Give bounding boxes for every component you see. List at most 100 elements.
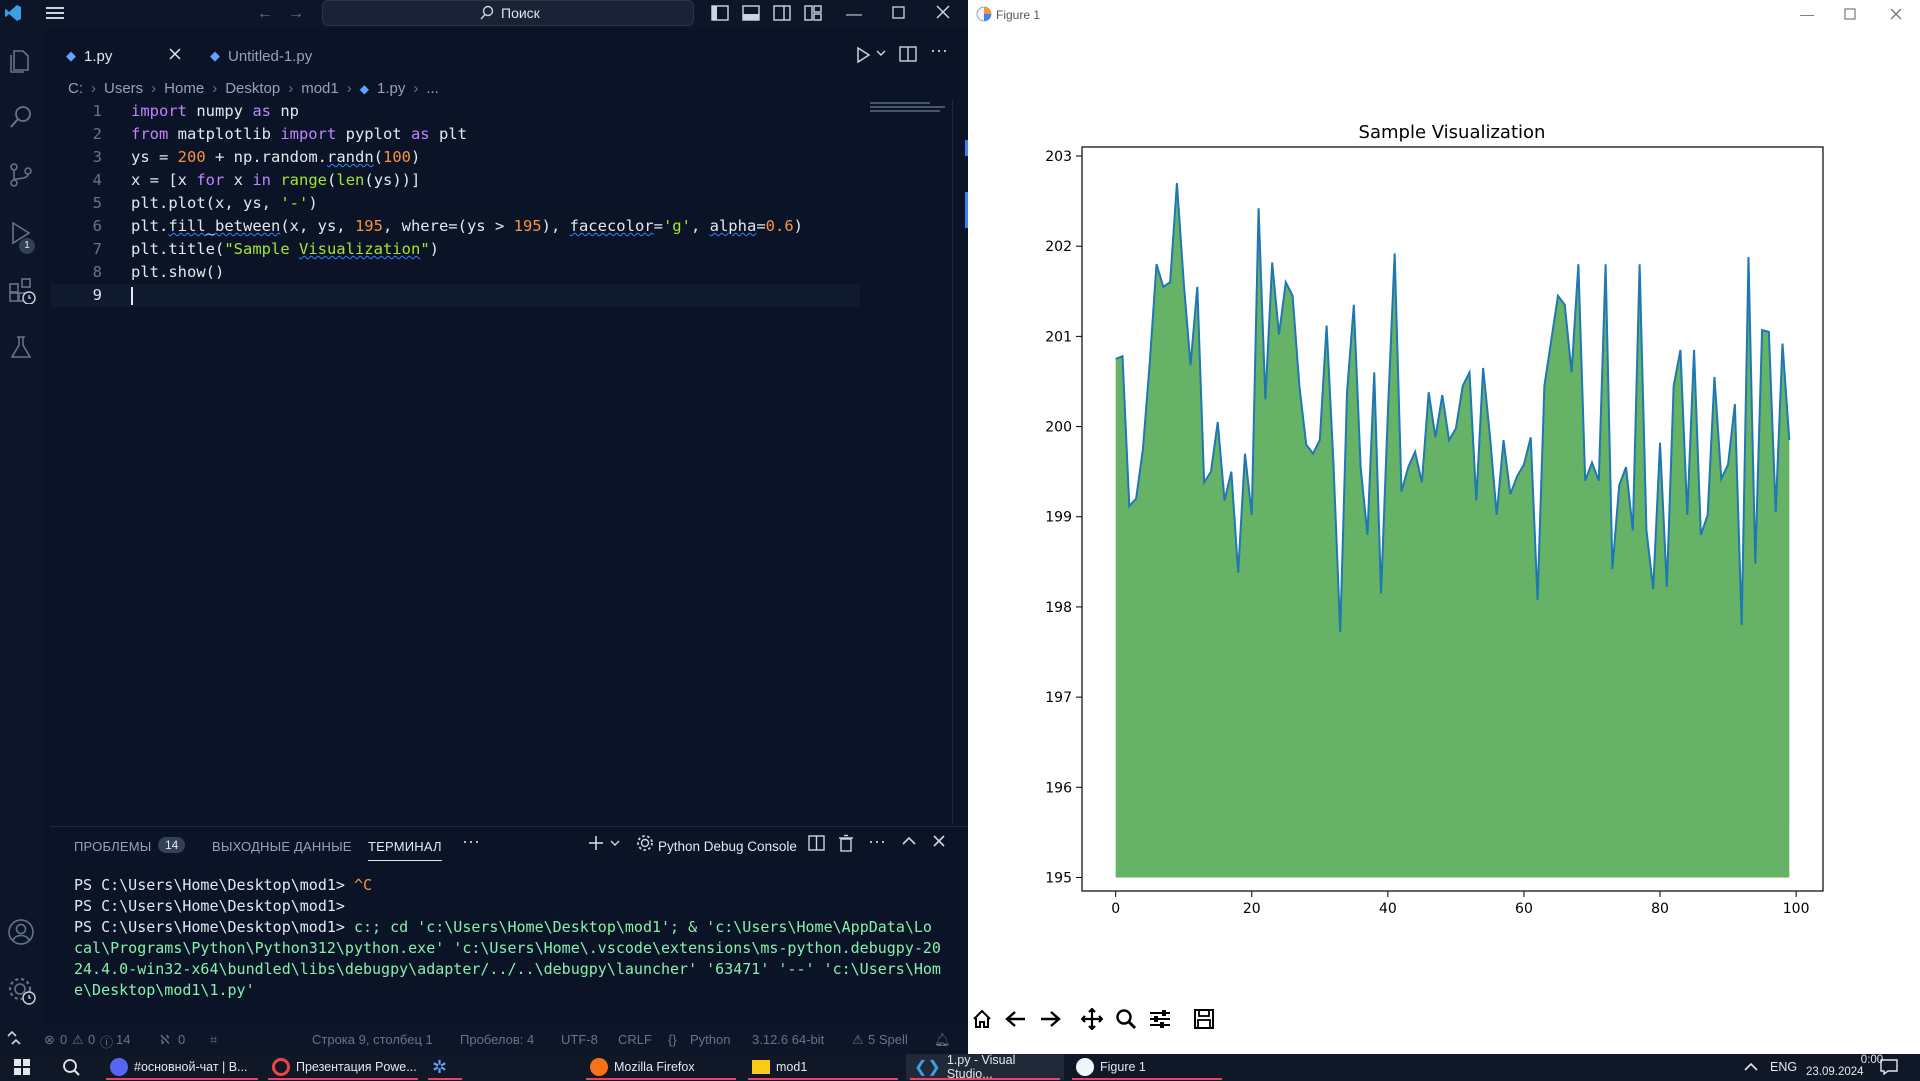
taskbar-item-app[interactable]: ✲	[424, 1054, 466, 1080]
close-icon[interactable]	[1890, 8, 1902, 20]
warning-icon[interactable]: ⚠	[72, 1032, 84, 1048]
indentation[interactable]: Пробелов: 4	[460, 1032, 534, 1047]
python-interpreter[interactable]: 3.12.6 64-bit	[752, 1032, 824, 1047]
tab-terminal[interactable]: ТЕРМИНАЛ	[368, 839, 442, 861]
toggle-secondary-sidebar-icon[interactable]	[773, 4, 791, 22]
explorer-icon[interactable]	[8, 48, 34, 74]
discord-icon	[110, 1058, 128, 1076]
code-text: x = [x for x in range(len(ys))]	[131, 169, 420, 192]
clock-time[interactable]: 0:00	[1822, 1054, 1920, 1066]
info-count[interactable]: 14	[116, 1032, 130, 1047]
menu-icon[interactable]	[46, 5, 66, 21]
minimize-icon[interactable]: —	[846, 6, 862, 24]
more-tabs-icon[interactable]: ···	[462, 831, 480, 852]
toggle-panel-icon[interactable]	[742, 4, 760, 22]
terminal-output[interactable]: PS C:\Users\Home\Desktop\mod1> ^C PS C:\…	[74, 875, 964, 1001]
source-control-icon[interactable]	[8, 162, 34, 188]
forward-arrow-icon[interactable]: →	[288, 5, 304, 23]
taskbar-item-discord[interactable]: #основной-чат | B...	[102, 1054, 262, 1080]
error-icon[interactable]: ⊗	[44, 1032, 55, 1048]
maximize-icon[interactable]	[892, 6, 906, 20]
tab-untitled-1-py[interactable]: ◆ Untitled-1.py	[200, 38, 360, 74]
taskbar-item-label: 1.py - Visual Studio...	[947, 1053, 1064, 1081]
testing-icon[interactable]	[8, 334, 34, 360]
taskbar-item-figure[interactable]: Figure 1	[1068, 1054, 1226, 1080]
warning-count[interactable]: 0	[88, 1032, 95, 1047]
more-actions-icon[interactable]: ···	[930, 40, 948, 61]
breadcrumb-item[interactable]: C:	[68, 80, 83, 97]
breadcrumb-item[interactable]: Home	[164, 80, 204, 97]
terminal-options-chevron-icon[interactable]	[610, 838, 620, 848]
chevron-right-icon: ›	[151, 80, 156, 97]
taskbar-item-firefox[interactable]: Mozilla Firefox	[582, 1054, 740, 1080]
line-ending[interactable]: CRLF	[618, 1032, 652, 1047]
close-panel-icon[interactable]	[932, 834, 946, 848]
new-terminal-plus-icon[interactable]	[588, 835, 604, 851]
input-language[interactable]: ENG	[1770, 1060, 1797, 1074]
breadcrumb-item[interactable]: Users	[104, 80, 143, 97]
spell-checker[interactable]: 5 Spell	[868, 1032, 908, 1047]
taskbar-item-explorer[interactable]: mod1	[744, 1054, 902, 1080]
extensions-icon[interactable]	[8, 276, 36, 304]
search-icon[interactable]	[8, 104, 34, 130]
remote-icon[interactable]	[6, 1030, 22, 1046]
breadcrumb-item[interactable]: Desktop	[225, 80, 280, 97]
zoom-magnifier-icon[interactable]	[1114, 1007, 1138, 1031]
language-mode[interactable]: Python	[690, 1032, 730, 1047]
tab-problems[interactable]: ПРОБЛЕМЫ	[74, 839, 152, 854]
encoding[interactable]: UTF-8	[561, 1032, 598, 1047]
breadcrumb-item[interactable]: mod1	[301, 80, 339, 97]
tab-output[interactable]: ВЫХОДНЫЕ ДАННЫЕ	[212, 839, 352, 854]
text-cursor	[131, 287, 133, 305]
back-arrow-icon[interactable]: ←	[257, 5, 273, 23]
notifications-bell-icon[interactable]: 🔔︎	[934, 1032, 951, 1048]
close-icon[interactable]	[936, 5, 950, 19]
configure-subplots-icon[interactable]	[1148, 1007, 1172, 1031]
run-file-icon[interactable]	[854, 46, 872, 64]
account-icon[interactable]	[7, 918, 35, 946]
tray-chevron-up-icon[interactable]	[1744, 1062, 1758, 1072]
breadcrumb-item[interactable]: 1.py	[377, 80, 405, 97]
terminal-name[interactable]: Python Debug Console	[658, 839, 797, 854]
info-icon[interactable]: ⓘ	[100, 1032, 113, 1051]
notifications-icon[interactable]	[1880, 1059, 1898, 1075]
kill-terminal-trash-icon[interactable]	[838, 834, 854, 852]
folder-icon	[752, 1060, 770, 1074]
save-figure-icon[interactable]	[1192, 1007, 1216, 1031]
customize-layout-icon[interactable]	[804, 4, 822, 22]
debug-icon[interactable]: ⌗	[210, 1032, 217, 1048]
chart-canvas[interactable]: Sample Visualization 0204060801001951961…	[968, 100, 1920, 930]
tab-1-py[interactable]: ◆ 1.py	[50, 38, 190, 74]
taskbar-item-powerpoint[interactable]: Презентация Powe...	[264, 1054, 422, 1080]
y-tick-label: 199	[1045, 510, 1072, 526]
toggle-sidebar-icon[interactable]	[711, 4, 729, 22]
pan-move-icon[interactable]	[1080, 1007, 1104, 1031]
run-options-chevron-icon[interactable]	[876, 48, 886, 58]
ports-icon[interactable]: ℵ	[160, 1032, 170, 1048]
ports-count[interactable]: 0	[178, 1032, 185, 1047]
error-count[interactable]: 0	[60, 1032, 67, 1047]
y-tick-label: 196	[1045, 780, 1072, 796]
back-arrow-icon[interactable]	[1004, 1007, 1028, 1031]
split-editor-icon[interactable]	[899, 45, 917, 63]
debug-console-gear-icon[interactable]	[636, 834, 654, 852]
taskbar-item-vscode[interactable]: ❮❯ 1.py - Visual Studio...	[906, 1054, 1064, 1080]
search-icon[interactable]	[62, 1058, 80, 1076]
minimize-icon[interactable]: —	[1800, 6, 1814, 22]
settings-gear-icon[interactable]	[7, 976, 37, 1006]
start-windows-icon[interactable]	[14, 1059, 30, 1075]
home-icon[interactable]	[970, 1007, 994, 1031]
split-terminal-icon[interactable]	[808, 834, 826, 852]
clock-date[interactable]: 23.09.2024	[1806, 1066, 1864, 1078]
panel-more-actions-icon[interactable]: ···	[868, 831, 886, 852]
maximize-icon[interactable]	[1844, 8, 1856, 20]
minimap[interactable]	[870, 100, 950, 116]
cursor-position[interactable]: Строка 9, столбец 1	[312, 1032, 433, 1047]
close-tab-icon[interactable]	[168, 47, 182, 61]
maximize-panel-chevron-up-icon[interactable]	[902, 836, 916, 846]
vertical-scrollbar[interactable]	[952, 100, 968, 824]
command-search-box[interactable]: Поиск	[322, 0, 694, 26]
code-text: plt.show()	[131, 261, 224, 284]
breadcrumb-item[interactable]: ...	[426, 80, 439, 97]
forward-arrow-icon[interactable]	[1038, 1007, 1062, 1031]
